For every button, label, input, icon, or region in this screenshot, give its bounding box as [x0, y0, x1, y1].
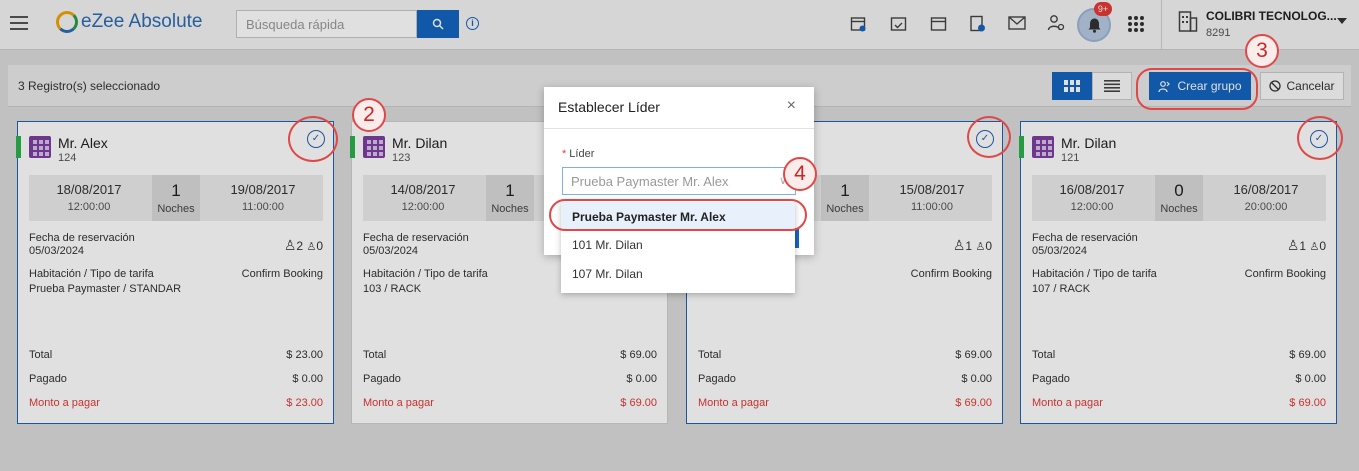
leader-label-text: Líder — [569, 148, 595, 160]
annotation-ring — [288, 116, 338, 162]
leader-label: * Líder — [562, 148, 594, 160]
leader-select-value: Prueba Paymaster Mr. Alex — [571, 174, 729, 189]
divider — [544, 128, 814, 129]
annotation-ring — [1297, 116, 1343, 160]
annotation-number: 3 — [1245, 34, 1279, 68]
annotation-ring — [549, 199, 807, 231]
dialog-title: Establecer Líder — [558, 99, 660, 115]
annotation-number: 2 — [352, 98, 386, 132]
annotation-ring — [1136, 68, 1258, 110]
required-marker: * — [562, 148, 567, 160]
leader-option[interactable]: 101 Mr. Dilan — [561, 230, 795, 259]
close-icon[interactable]: × — [787, 97, 796, 115]
leader-select[interactable]: Prueba Paymaster Mr. Alex ∨ — [562, 167, 796, 195]
annotation-ring — [967, 116, 1011, 158]
leader-option[interactable]: 107 Mr. Dilan — [561, 259, 795, 288]
annotation-number: 4 — [783, 157, 817, 191]
